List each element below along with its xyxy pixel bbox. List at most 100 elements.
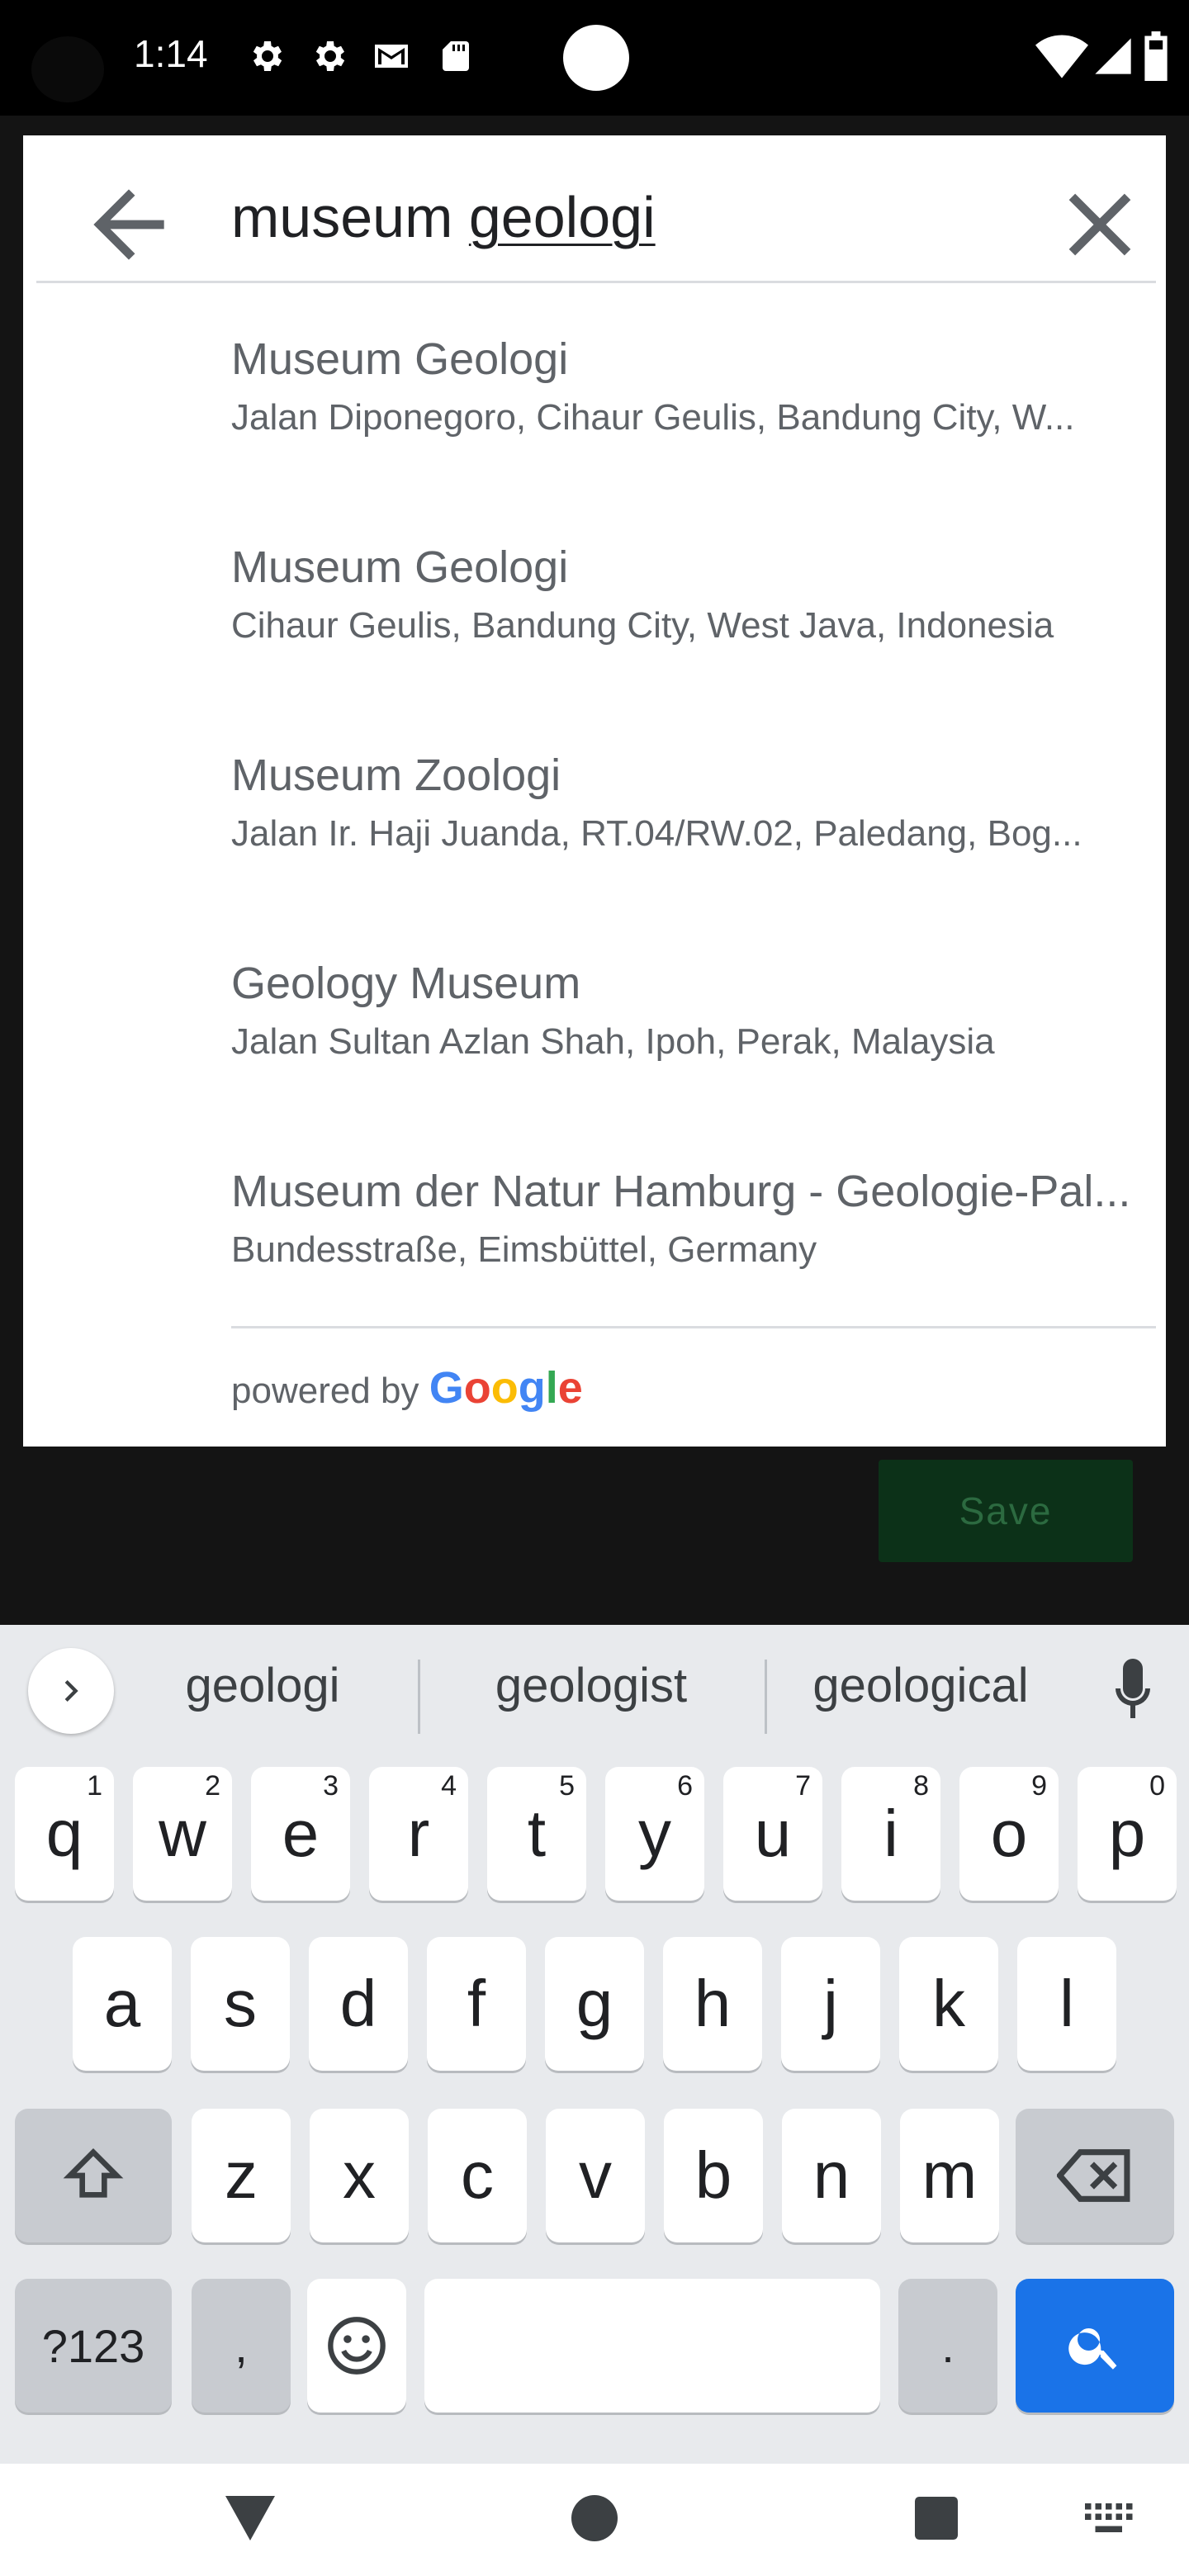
key-label: t bbox=[527, 1797, 547, 1870]
key-b[interactable]: b bbox=[664, 2109, 763, 2242]
emoji-icon bbox=[328, 2317, 386, 2375]
key-hint: 9 bbox=[1031, 1770, 1047, 1802]
key-e[interactable]: e3 bbox=[251, 1767, 350, 1901]
suggestion-item[interactable]: geologi bbox=[139, 1658, 386, 1713]
key-k[interactable]: k bbox=[899, 1937, 998, 2071]
key-label: q bbox=[45, 1797, 83, 1870]
divider bbox=[418, 1660, 420, 1734]
result-item[interactable]: Museum Geologi Cihaur Geulis, Bandung Ci… bbox=[231, 540, 1156, 648]
key-a[interactable]: a bbox=[73, 1937, 172, 2071]
key-v[interactable]: v bbox=[546, 2109, 645, 2242]
key-r[interactable]: r4 bbox=[369, 1767, 468, 1901]
back-button[interactable] bbox=[76, 172, 182, 277]
key-s[interactable]: s bbox=[191, 1937, 290, 2071]
backspace-icon bbox=[1057, 2149, 1130, 2202]
soft-keyboard: geologi geologist geological q1w2e3r4t5y… bbox=[0, 1625, 1189, 2464]
key-label: w bbox=[159, 1797, 206, 1870]
result-title: Museum der Natur Hamburg - Geologie-Pal.… bbox=[231, 1167, 1131, 1216]
key-h[interactable]: h bbox=[663, 1937, 762, 2071]
key-n[interactable]: n bbox=[782, 2109, 881, 2242]
key-y[interactable]: y6 bbox=[605, 1767, 704, 1901]
sd-card-icon bbox=[443, 41, 469, 71]
voice-input-button[interactable] bbox=[1103, 1653, 1163, 1729]
arrow-back-icon bbox=[93, 189, 164, 260]
result-address: Bundesstraße, Eimsbüttel, Germany bbox=[231, 1229, 817, 1270]
status-time: 1:14 bbox=[134, 32, 208, 75]
key-j[interactable]: j bbox=[781, 1937, 880, 2071]
key-hint: 7 bbox=[795, 1770, 811, 1802]
settings-icon bbox=[315, 41, 345, 71]
shift-icon bbox=[63, 2147, 124, 2198]
period-key[interactable]: . bbox=[898, 2279, 997, 2413]
key-u[interactable]: u7 bbox=[723, 1767, 822, 1901]
key-hint: 2 bbox=[205, 1770, 220, 1802]
key-p[interactable]: p0 bbox=[1078, 1767, 1177, 1901]
navigation-bar bbox=[0, 2464, 1189, 2576]
expand-suggestions-button[interactable] bbox=[28, 1648, 114, 1734]
home-nav-icon[interactable] bbox=[571, 2495, 618, 2541]
battery-icon bbox=[1144, 31, 1168, 81]
suggestion-strip: geologi geologist geological bbox=[0, 1625, 1189, 1740]
key-f[interactable]: f bbox=[427, 1937, 526, 2071]
key-x[interactable]: x bbox=[310, 2109, 409, 2242]
comma-key[interactable]: , bbox=[192, 2279, 291, 2413]
key-label: p bbox=[1108, 1797, 1146, 1870]
mic-icon bbox=[1116, 1659, 1150, 1718]
result-address: Cihaur Geulis, Bandung City, West Java, … bbox=[231, 604, 1054, 646]
key-z[interactable]: z bbox=[192, 2109, 291, 2242]
key-t[interactable]: t5 bbox=[487, 1767, 586, 1901]
key-hint: 5 bbox=[559, 1770, 575, 1802]
chevron-right-icon bbox=[64, 1680, 78, 1702]
key-hint: 0 bbox=[1149, 1770, 1165, 1802]
result-item[interactable]: Museum Zoologi Jalan Ir. Haji Juanda, RT… bbox=[231, 748, 1156, 856]
powered-by-google: powered by Google bbox=[231, 1362, 583, 1413]
search-key[interactable] bbox=[1016, 2279, 1174, 2413]
key-label: i bbox=[883, 1797, 898, 1870]
search-icon bbox=[1068, 2328, 1117, 2370]
key-o[interactable]: o9 bbox=[959, 1767, 1059, 1901]
result-address: Jalan Sultan Azlan Shah, Ipoh, Perak, Ma… bbox=[231, 1020, 995, 1062]
key-l[interactable]: l bbox=[1017, 1937, 1116, 2071]
key-m[interactable]: m bbox=[900, 2109, 999, 2242]
result-item[interactable]: Geology Museum Jalan Sultan Azlan Shah, … bbox=[231, 956, 1156, 1064]
emoji-key[interactable] bbox=[307, 2279, 406, 2413]
key-hint: 6 bbox=[677, 1770, 693, 1802]
clear-button[interactable] bbox=[1047, 172, 1153, 277]
wifi-icon bbox=[1035, 35, 1088, 78]
camera-dot bbox=[563, 25, 629, 91]
result-address: Jalan Ir. Haji Juanda, RT.04/RW.02, Pale… bbox=[231, 812, 1082, 854]
settings-icon bbox=[253, 41, 282, 71]
key-hint: 4 bbox=[441, 1770, 457, 1802]
shift-key[interactable] bbox=[15, 2109, 172, 2242]
result-title: Museum Geologi bbox=[231, 334, 569, 384]
key-label: u bbox=[754, 1797, 792, 1870]
result-title: Museum Geologi bbox=[231, 542, 569, 592]
key-label: o bbox=[990, 1797, 1028, 1870]
key-d[interactable]: d bbox=[309, 1937, 408, 2071]
suggestion-item[interactable]: geological bbox=[784, 1658, 1057, 1713]
divider bbox=[231, 1326, 1156, 1328]
keyboard-switch-icon[interactable] bbox=[1085, 2503, 1135, 2536]
search-input[interactable]: museum geologi bbox=[231, 177, 656, 258]
back-nav-icon[interactable] bbox=[223, 2493, 277, 2543]
key-c[interactable]: c bbox=[428, 2109, 527, 2242]
key-g[interactable]: g bbox=[545, 1937, 644, 2071]
camera-cutout bbox=[31, 36, 104, 102]
result-item[interactable]: Museum Geologi Jalan Diponegoro, Cihaur … bbox=[231, 332, 1156, 440]
save-button[interactable]: Save bbox=[879, 1460, 1133, 1562]
key-w[interactable]: w2 bbox=[133, 1767, 232, 1901]
symbols-key[interactable]: ?123 bbox=[15, 2279, 172, 2413]
suggestion-item[interactable]: geologist bbox=[446, 1658, 737, 1713]
place-autocomplete-card: museum geologi Museum Geologi Jalan Dipo… bbox=[23, 135, 1166, 1447]
key-label: e bbox=[282, 1797, 320, 1870]
key-i[interactable]: i8 bbox=[841, 1767, 940, 1901]
key-q[interactable]: q1 bbox=[15, 1767, 114, 1901]
recents-nav-icon[interactable] bbox=[915, 2497, 958, 2540]
result-item[interactable]: Museum der Natur Hamburg - Geologie-Pal.… bbox=[231, 1164, 1156, 1272]
backspace-key[interactable] bbox=[1016, 2109, 1174, 2242]
close-icon bbox=[1068, 193, 1131, 256]
divider bbox=[765, 1660, 767, 1734]
key-hint: 8 bbox=[913, 1770, 929, 1802]
query-composing-word: geologi bbox=[468, 185, 656, 249]
space-key[interactable] bbox=[424, 2279, 880, 2413]
